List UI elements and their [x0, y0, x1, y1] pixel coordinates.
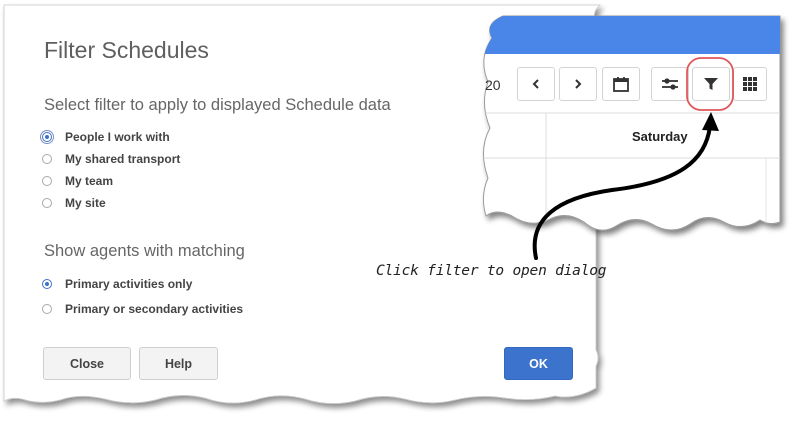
calendar-button[interactable] — [602, 67, 640, 101]
filter-button[interactable] — [692, 67, 730, 101]
inset-paper — [482, 15, 781, 231]
grid-view-button[interactable] — [733, 67, 767, 101]
settings-button[interactable] — [651, 67, 689, 101]
next-button[interactable] — [559, 67, 597, 101]
previous-button[interactable] — [517, 67, 555, 101]
chevron-left-icon — [532, 79, 539, 89]
column-header-saturday: Saturday — [632, 129, 688, 144]
filter-icon — [704, 78, 718, 90]
grid-icon — [743, 77, 757, 91]
chevron-right-icon — [575, 79, 582, 89]
date-range-fragment: 20 — [485, 77, 501, 93]
calendar-icon — [613, 77, 629, 92]
app-header-bar — [483, 16, 780, 54]
screenshot-stage: Filter Schedules Select filter to apply … — [0, 0, 800, 439]
sliders-icon — [662, 78, 678, 90]
annotation-text: Click filter to open dialog — [376, 263, 607, 279]
